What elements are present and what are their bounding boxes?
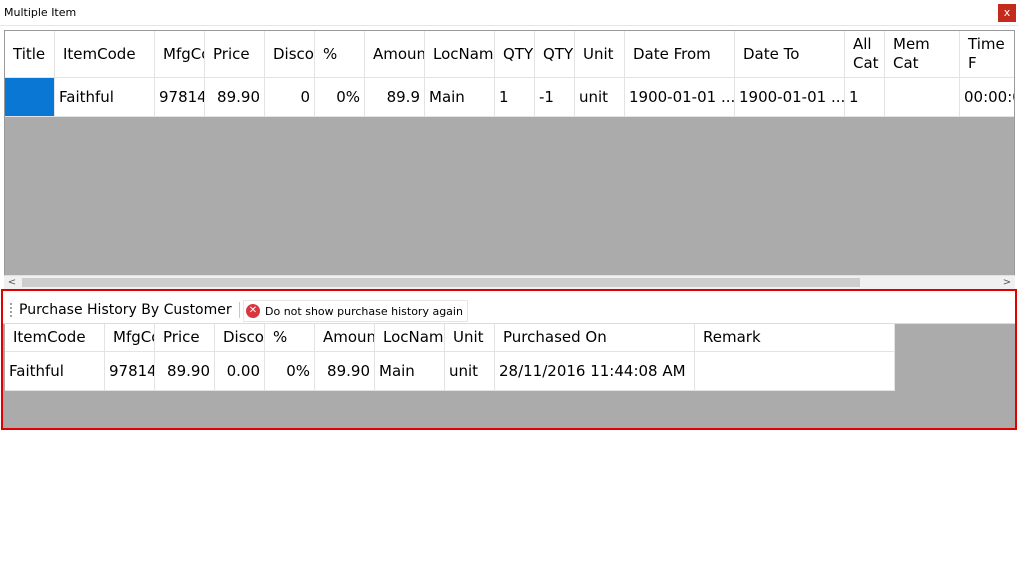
col-header-discount[interactable]: Disco (265, 31, 315, 78)
col-header-title[interactable]: Title (5, 31, 55, 78)
col-header-time-from[interactable]: Time F (960, 31, 1014, 78)
cell-unit[interactable]: unit (575, 78, 625, 117)
scroll-right-icon[interactable]: > (1000, 276, 1014, 289)
dismiss-history-label: Do not show purchase history again (265, 304, 463, 318)
ph-cell-mfgcode[interactable]: 97814 (105, 352, 155, 391)
items-grid-header: Title ItemCode MfgCode Price Disco % Amo… (5, 31, 1014, 78)
cell-time-from[interactable]: 00:00:0 (960, 78, 1014, 117)
purchase-history-panel: Purchase History By Customer ✕ Do not sh… (1, 289, 1017, 430)
ph-col-price[interactable]: Price (155, 324, 215, 352)
scrollbar-thumb[interactable] (22, 278, 860, 287)
cell-percent[interactable]: 0% (315, 78, 365, 117)
cancel-icon: ✕ (246, 304, 260, 318)
col-header-qty[interactable]: QTY (495, 31, 535, 78)
table-row[interactable]: Faithful 97814 89.90 0 0% 89.9 Main 1 -1… (5, 78, 1014, 117)
ph-cell-discount[interactable]: 0.00 (215, 352, 265, 391)
cell-locname[interactable]: Main (425, 78, 495, 117)
purchase-history-title: Purchase History By Customer (19, 302, 232, 318)
cell-mfgcode[interactable]: 97814 (155, 78, 205, 117)
items-grid[interactable]: Title ItemCode MfgCode Price Disco % Amo… (4, 30, 1015, 288)
col-header-date-from[interactable]: Date From (625, 31, 735, 78)
cell-date-from[interactable]: 1900-01-01 ... (625, 78, 735, 117)
col-header-unit[interactable]: Unit (575, 31, 625, 78)
dismiss-history-button[interactable]: ✕ Do not show purchase history again (243, 300, 468, 322)
col-header-locname[interactable]: LocName (425, 31, 495, 78)
ph-col-mfgcode[interactable]: MfgCode (105, 324, 155, 352)
cell-qty[interactable]: 1 (495, 78, 535, 117)
table-row[interactable]: Faithful 97814 89.90 0.00 0% 89.90 Main … (5, 352, 895, 391)
ph-cell-price[interactable]: 89.90 (155, 352, 215, 391)
ph-cell-locname[interactable]: Main (375, 352, 445, 391)
title-bar: Multiple Item x (0, 0, 1018, 26)
ph-col-percent[interactable]: % (265, 324, 315, 352)
cell-mem-cat[interactable] (885, 78, 960, 117)
close-button[interactable]: x (998, 4, 1016, 22)
scroll-left-icon[interactable]: < (5, 276, 19, 289)
ph-col-unit[interactable]: Unit (445, 324, 495, 352)
ph-cell-percent[interactable]: 0% (265, 352, 315, 391)
col-header-amount[interactable]: Amount (365, 31, 425, 78)
ph-col-amount[interactable]: Amount (315, 324, 375, 352)
ph-col-discount[interactable]: Disco (215, 324, 265, 352)
toolbar-separator (239, 302, 240, 318)
cell-discount[interactable]: 0 (265, 78, 315, 117)
col-header-mem-cat[interactable]: Mem Cat (885, 31, 960, 78)
col-header-all-cat[interactable]: All Cat (845, 31, 885, 78)
cell-itemcode[interactable]: Faithful (55, 78, 155, 117)
purchase-history-toolbar: Purchase History By Customer ✕ Do not sh… (3, 291, 1015, 324)
col-header-mfgcode[interactable]: MfgCode (155, 31, 205, 78)
horizontal-scrollbar[interactable]: < > (4, 275, 1015, 289)
purchase-history-grid[interactable]: ItemCode MfgCode Price Disco % Amount Lo… (5, 324, 1015, 428)
ph-cell-remark[interactable] (695, 352, 895, 391)
cell-all-cat[interactable]: 1 (845, 78, 885, 117)
row-header-cell[interactable] (5, 78, 55, 117)
col-header-price[interactable]: Price (205, 31, 265, 78)
ph-cell-unit[interactable]: unit (445, 352, 495, 391)
cell-qty-2[interactable]: -1 (535, 78, 575, 117)
ph-col-remark[interactable]: Remark (695, 324, 895, 352)
window-title: Multiple Item (4, 6, 77, 19)
cell-date-to[interactable]: 1900-01-01 ... (735, 78, 845, 117)
col-header-qty-2[interactable]: QTY (535, 31, 575, 78)
ph-cell-purchased-on[interactable]: 28/11/2016 11:44:08 AM (495, 352, 695, 391)
ph-col-purchased-on[interactable]: Purchased On (495, 324, 695, 352)
ph-cell-amount[interactable]: 89.90 (315, 352, 375, 391)
toolbar-grip-icon[interactable] (10, 303, 12, 317)
ph-cell-itemcode[interactable]: Faithful (5, 352, 105, 391)
ph-col-locname[interactable]: LocName (375, 324, 445, 352)
col-header-percent[interactable]: % (315, 31, 365, 78)
ph-col-itemcode[interactable]: ItemCode (5, 324, 105, 352)
cell-price[interactable]: 89.90 (205, 78, 265, 117)
col-header-date-to[interactable]: Date To (735, 31, 845, 78)
cell-amount[interactable]: 89.9 (365, 78, 425, 117)
purchase-history-header: ItemCode MfgCode Price Disco % Amount Lo… (5, 324, 895, 352)
col-header-itemcode[interactable]: ItemCode (55, 31, 155, 78)
